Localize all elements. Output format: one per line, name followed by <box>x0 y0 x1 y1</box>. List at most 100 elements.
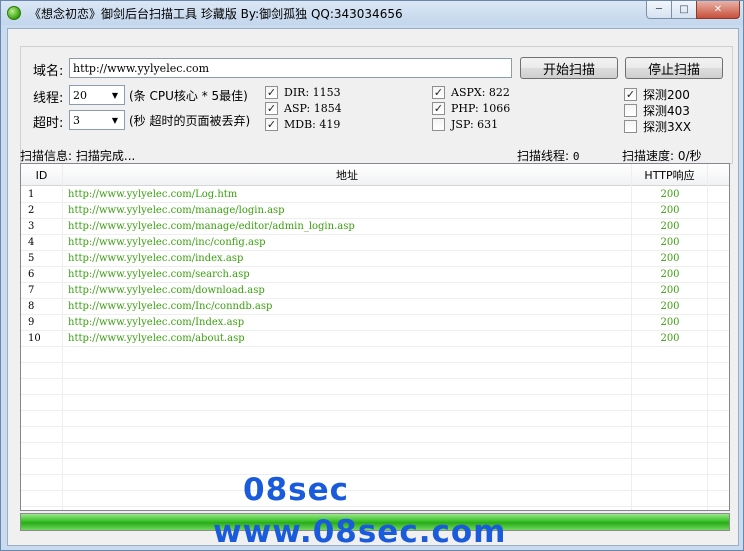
domain-label: 域名: <box>33 64 64 79</box>
scan-threads-label: 扫描线程: <box>517 149 570 163</box>
start-scan-button[interactable]: 开始扫描 <box>520 57 618 79</box>
empty-row <box>21 363 729 379</box>
column-header-http[interactable]: HTTP响应 <box>632 164 708 186</box>
probe-200-checkbox[interactable]: ✓ 探测200 <box>624 86 690 103</box>
dict-asp-checkbox[interactable]: ✓ ASP: 1854 <box>265 102 342 115</box>
watermark-url: www.08sec.com <box>213 514 507 550</box>
column-header-address[interactable]: 地址 <box>63 164 632 186</box>
table-row[interactable]: 1 http://www.yylyelec.com/Log.htm 200 <box>21 187 729 203</box>
scan-threads: 扫描线程: 0 <box>517 147 580 164</box>
row-http-code: 200 <box>660 333 680 344</box>
dict-php-checkbox[interactable]: ✓ PHP: 1066 <box>432 102 510 115</box>
empty-row <box>21 443 729 459</box>
checkbox-box[interactable]: ✓ <box>432 86 445 99</box>
row-http-code: 200 <box>660 317 680 328</box>
row-id: 2 <box>28 205 35 216</box>
row-url[interactable]: http://www.yylyelec.com/download.asp <box>68 283 628 299</box>
table-row[interactable]: 4 http://www.yylyelec.com/inc/config.asp 2… <box>21 235 729 251</box>
checkbox-box[interactable] <box>624 120 637 133</box>
checkbox-box[interactable]: ✓ <box>265 102 278 115</box>
probe-label: 探测403 <box>643 104 690 118</box>
chevron-down-icon[interactable]: ▼ <box>108 88 122 102</box>
table-row[interactable]: 5 http://www.yylyelec.com/index.asp 200 <box>21 251 729 267</box>
threads-label: 线程: <box>33 91 64 106</box>
checkbox-box[interactable]: ✓ <box>624 88 637 101</box>
column-header-id[interactable]: ID <box>21 164 63 186</box>
row-id: 10 <box>28 333 41 344</box>
scan-speed: 扫描速度: 0/秒 <box>622 147 702 164</box>
row-id: 1 <box>28 189 35 200</box>
table-row[interactable]: 8 http://www.yylyelec.com/Inc/conndb.asp 2… <box>21 299 729 315</box>
threads-hint: (条 CPU核心 * 5最佳) <box>129 89 248 103</box>
timeout-label: 超时: <box>33 116 64 131</box>
row-url[interactable]: http://www.yylyelec.com/index.asp <box>68 251 628 267</box>
table-row[interactable]: 7 http://www.yylyelec.com/download.asp 200 <box>21 283 729 299</box>
table-row[interactable]: 10 http://www.yylyelec.com/about.asp 200 <box>21 331 729 347</box>
row-http-code: 200 <box>660 269 680 280</box>
table-row[interactable]: 6 http://www.yylyelec.com/search.asp 200 <box>21 267 729 283</box>
row-url[interactable]: http://www.yylyelec.com/about.asp <box>68 331 628 347</box>
threads-select[interactable]: 20 ▼ <box>69 85 125 105</box>
row-url[interactable]: http://www.yylyelec.com/Index.asp <box>68 315 628 331</box>
row-url[interactable]: http://www.yylyelec.com/manage/editor/ad… <box>68 219 628 235</box>
dict-jsp-checkbox[interactable]: JSP: 631 <box>432 118 498 131</box>
dict-dir-checkbox[interactable]: ✓ DIR: 1153 <box>265 86 341 99</box>
row-http-code: 200 <box>660 237 680 248</box>
stop-scan-button[interactable]: 停止扫描 <box>625 57 723 79</box>
row-url[interactable]: http://www.yylyelec.com/manage/login.asp <box>68 203 628 219</box>
probe-label: 探测3XX <box>643 120 692 134</box>
row-url[interactable]: http://www.yylyelec.com/inc/config.asp <box>68 235 628 251</box>
dict-label: ASP: 1854 <box>284 102 342 115</box>
maximize-button[interactable]: □ <box>671 1 697 19</box>
close-button[interactable]: ✕ <box>696 1 740 19</box>
table-row[interactable]: 3 http://www.yylyelec.com/manage/editor/a… <box>21 219 729 235</box>
results-table[interactable]: ID 地址 HTTP响应 1 http://www.yylyelec.com/Lo… <box>20 163 730 511</box>
checkbox-box[interactable]: ✓ <box>265 118 278 131</box>
probe-403-checkbox[interactable]: 探测403 <box>624 102 690 119</box>
minimize-button[interactable]: ─ <box>646 1 672 19</box>
chevron-down-icon[interactable]: ▼ <box>108 113 122 127</box>
dict-label: JSP: 631 <box>451 118 499 131</box>
row-url[interactable]: http://www.yylyelec.com/search.asp <box>68 267 628 283</box>
probe-3xx-checkbox[interactable]: 探测3XX <box>624 118 691 135</box>
row-id: 6 <box>28 269 35 280</box>
row-http-code: 200 <box>660 253 680 264</box>
scan-info: 扫描信息: 扫描完成... <box>20 147 135 164</box>
empty-row <box>21 395 729 411</box>
row-id: 4 <box>28 237 35 248</box>
row-url[interactable]: http://www.yylyelec.com/Log.htm <box>68 187 628 203</box>
checkbox-box[interactable] <box>624 104 637 117</box>
row-http-code: 200 <box>660 285 680 296</box>
empty-row <box>21 347 729 363</box>
row-id: 7 <box>28 285 35 296</box>
scan-speed-value: 0/秒 <box>677 149 702 163</box>
checkbox-box[interactable]: ✓ <box>265 86 278 99</box>
row-http-code: 200 <box>660 301 680 312</box>
minimize-icon: ─ <box>655 4 663 15</box>
table-row[interactable]: 9 http://www.yylyelec.com/Index.asp 200 <box>21 315 729 331</box>
checkbox-box[interactable]: ✓ <box>432 102 445 115</box>
dict-mdb-checkbox[interactable]: ✓ MDB: 419 <box>265 118 340 131</box>
table-row[interactable]: 2 http://www.yylyelec.com/manage/login.as… <box>21 203 729 219</box>
scan-speed-label: 扫描速度: <box>622 149 675 163</box>
row-id: 5 <box>28 253 35 264</box>
row-http-code: 200 <box>660 221 680 232</box>
title-bar[interactable]: 《想念初恋》御剑后台扫描工具 珍藏版 By:御剑孤独 QQ:343034656 … <box>1 1 743 25</box>
checkbox-box[interactable] <box>432 118 445 131</box>
scan-info-label: 扫描信息: <box>20 149 73 163</box>
window-title: 《想念初恋》御剑后台扫描工具 珍藏版 By:御剑孤独 QQ:343034656 <box>29 7 403 21</box>
row-id: 8 <box>28 301 35 312</box>
empty-row <box>21 475 729 491</box>
close-icon: ✕ <box>713 4 723 15</box>
domain-input[interactable]: http://www.yylyelec.com <box>69 58 512 78</box>
dict-aspx-checkbox[interactable]: ✓ ASPX: 822 <box>432 86 510 99</box>
scan-threads-value: 0 <box>572 150 580 163</box>
app-icon <box>7 6 21 20</box>
watermark-logo: 08sec <box>243 472 349 508</box>
client-area: 域名: http://www.yylyelec.com 线程: 20 ▼ (条 … <box>7 28 739 546</box>
row-http-code: 200 <box>660 205 680 216</box>
timeout-select[interactable]: 3 ▼ <box>69 110 125 130</box>
row-url[interactable]: http://www.yylyelec.com/Inc/conndb.asp <box>68 299 628 315</box>
row-http-code: 200 <box>660 189 680 200</box>
dict-label: PHP: 1066 <box>451 102 511 115</box>
